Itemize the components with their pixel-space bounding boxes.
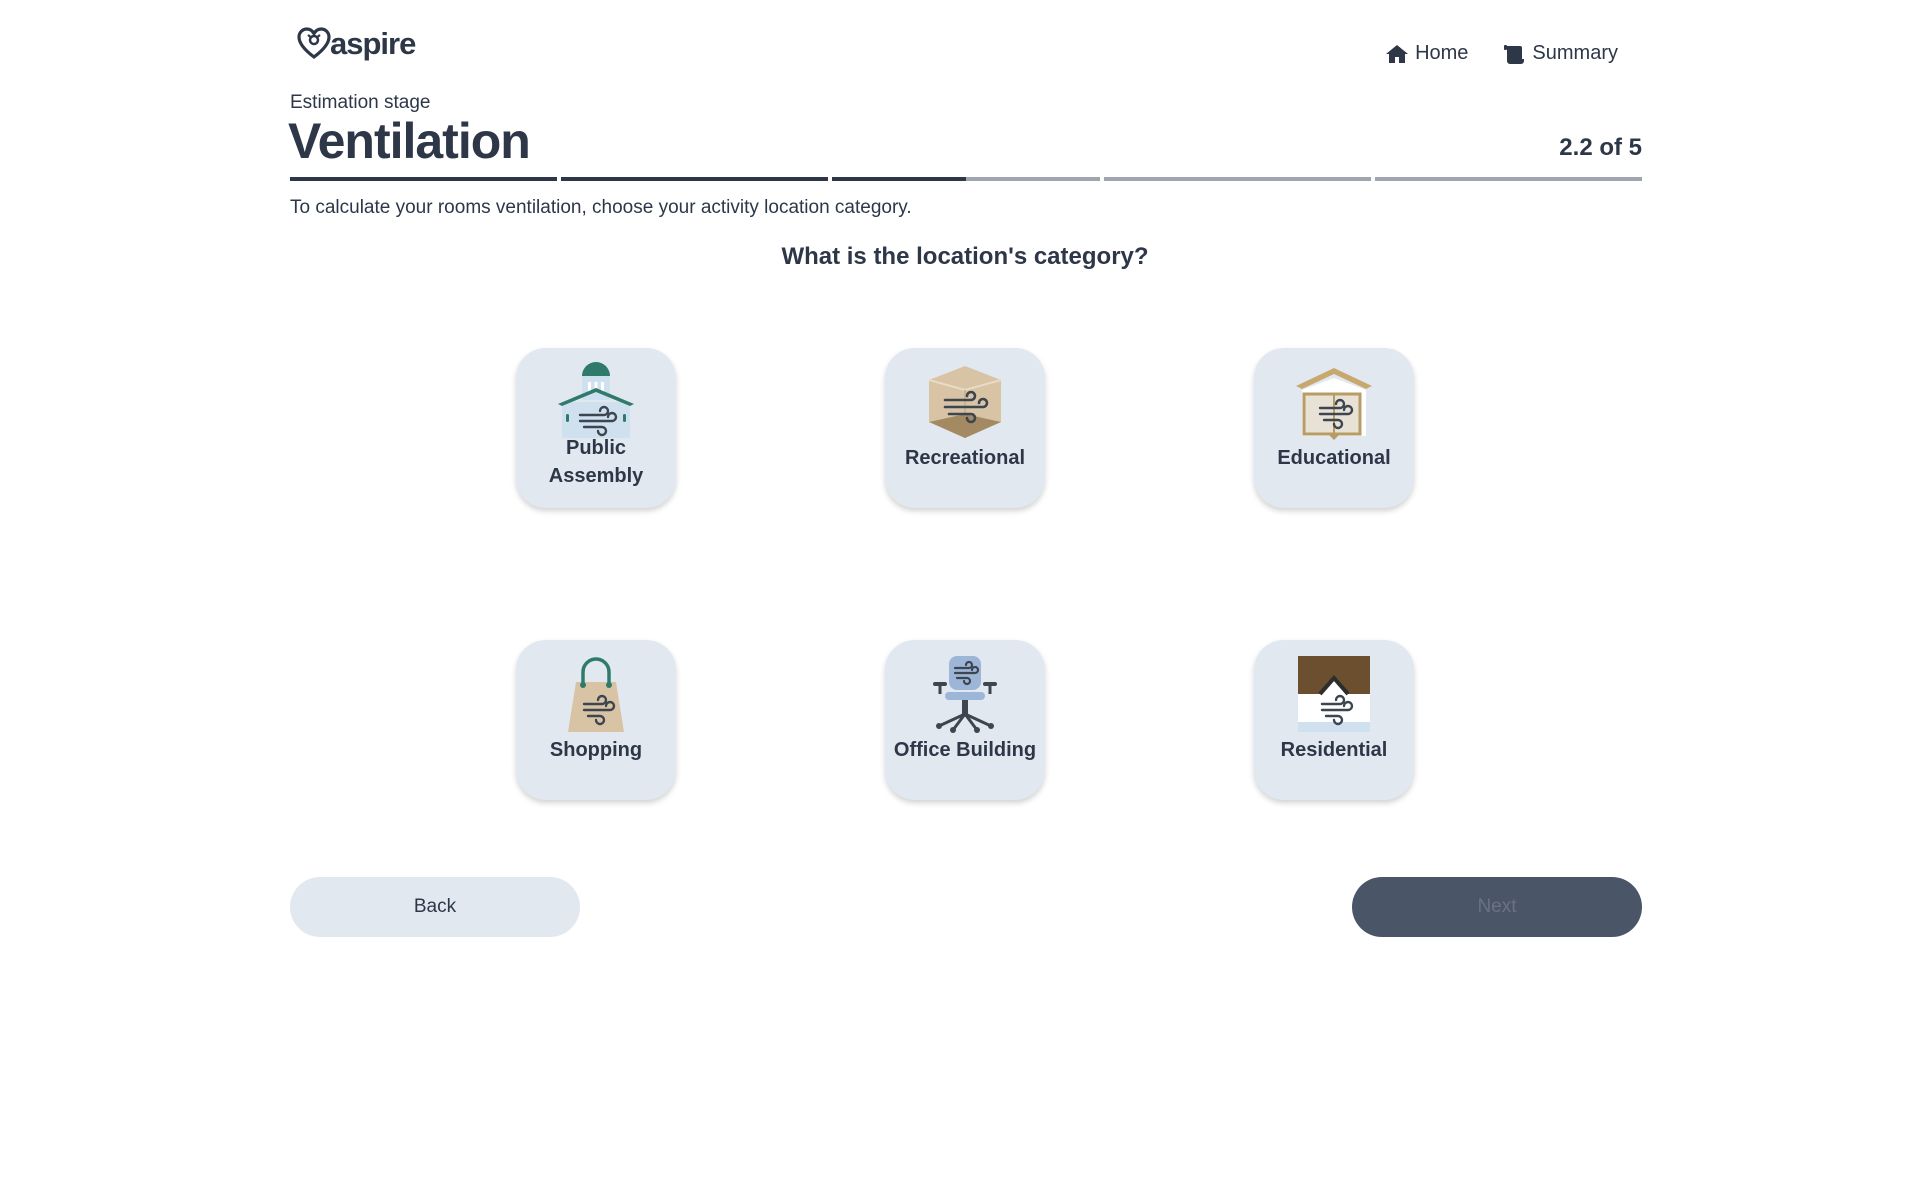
office-chair-icon — [933, 656, 997, 733]
category-label: Public Assembly — [548, 437, 644, 487]
category-label: Shopping — [549, 739, 643, 761]
progress-segment-fill — [561, 177, 829, 181]
next-button[interactable]: Next — [1352, 877, 1642, 937]
category-residential[interactable]: Residential — [1254, 640, 1414, 800]
nav-home[interactable]: Home — [1385, 42, 1468, 65]
aspire-logo[interactable]: aspire — [296, 24, 416, 64]
progress-segment — [290, 177, 558, 181]
public-assembly-icon — [558, 362, 634, 438]
step-counter: 2.2 of 5 — [1559, 134, 1642, 161]
progress-segment-fill — [290, 177, 558, 181]
progress-segment-fill — [832, 177, 966, 181]
back-button[interactable]: Back — [290, 877, 580, 937]
progress-segment — [1103, 177, 1371, 181]
educational-icon — [1296, 368, 1372, 440]
progress-segment — [1374, 177, 1643, 181]
heart-logo-icon — [297, 27, 331, 60]
logo-text: aspire — [330, 26, 416, 61]
category-educational[interactable]: Educational — [1254, 348, 1414, 508]
category-office-building[interactable]: Office Building — [885, 640, 1045, 800]
progress-segment — [561, 177, 829, 181]
category-shopping[interactable]: Shopping — [516, 640, 676, 800]
top-nav: Home Summary — [1385, 42, 1618, 65]
summary-scroll-icon — [1504, 44, 1525, 64]
category-public-assembly[interactable]: Public Assembly — [516, 348, 676, 508]
category-label: Recreational — [904, 447, 1026, 469]
category-label: Office Building — [893, 739, 1037, 761]
stage-label: Estimation stage — [290, 92, 431, 113]
progress-bar — [290, 177, 1643, 181]
nav-summary[interactable]: Summary — [1502, 42, 1618, 65]
nav-summary-label: Summary — [1532, 42, 1618, 64]
recreational-icon — [928, 366, 1002, 438]
instruction-text: To calculate your rooms ventilation, cho… — [290, 197, 912, 218]
category-label: Educational — [1277, 447, 1391, 469]
category-label: Residential — [1280, 739, 1388, 761]
nav-home-label: Home — [1415, 42, 1469, 64]
progress-segment — [832, 177, 1100, 181]
category-recreational[interactable]: Recreational — [885, 348, 1045, 508]
residential-icon — [1298, 656, 1370, 732]
page-title: Ventilation — [288, 113, 531, 169]
home-icon — [1386, 44, 1409, 63]
shopping-bag-icon — [568, 657, 624, 732]
question-heading: What is the location's category? — [781, 243, 1149, 270]
